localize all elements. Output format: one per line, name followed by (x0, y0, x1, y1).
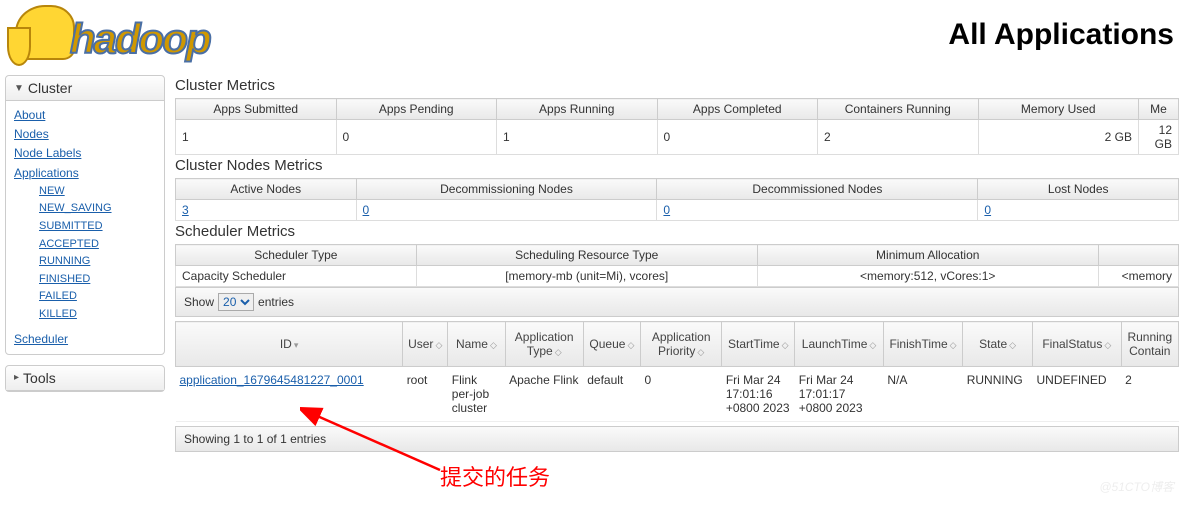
th-launch[interactable]: LaunchTime◇ (795, 322, 884, 367)
th-containers[interactable]: Running Contain (1121, 322, 1178, 367)
cell-queue: default (583, 367, 640, 422)
sort-icon: ◇ (1104, 340, 1111, 350)
th-memory-total: Me (1139, 99, 1179, 120)
sort-icon: ◇ (869, 340, 876, 350)
watermark: @51CTO博客 (1099, 478, 1174, 495)
nav-failed[interactable]: FAILED (39, 288, 156, 306)
scheduler-metrics-table: Scheduler Type Scheduling Resource Type … (175, 244, 1179, 287)
cell-name: Flink per-job cluster (448, 367, 505, 422)
sidebar: ▼ Cluster About Nodes Node Labels Applic… (0, 75, 170, 452)
cluster-metrics-table: Apps Submitted Apps Pending Apps Running… (175, 98, 1179, 155)
th-resource-type: Scheduling Resource Type (416, 245, 757, 266)
tools-title: Tools (23, 370, 56, 386)
th-decommed-nodes: Decommissioned Nodes (657, 179, 978, 200)
cluster-metrics-title: Cluster Metrics (175, 77, 1179, 94)
th-max-alloc (1098, 245, 1178, 266)
cell-start: Fri Mar 24 17:01:16 +0800 2023 (722, 367, 795, 422)
th-name[interactable]: Name◇ (448, 322, 505, 367)
decommed-nodes-link[interactable]: 0 (663, 203, 670, 217)
sort-icon: ◇ (1009, 340, 1016, 350)
nav-new-saving[interactable]: NEW_SAVING (39, 200, 156, 218)
sidebar-cluster-header[interactable]: ▼ Cluster (6, 76, 164, 101)
nav-submitted[interactable]: SUBMITTED (39, 218, 156, 236)
nav-node-labels[interactable]: Node Labels (14, 144, 156, 163)
nav-running[interactable]: RUNNING (39, 253, 156, 271)
sort-icon: ◇ (435, 340, 442, 350)
th-apps-submitted: Apps Submitted (176, 99, 337, 120)
th-state[interactable]: State◇ (963, 322, 1033, 367)
nav-about[interactable]: About (14, 106, 156, 125)
th-start[interactable]: StartTime◇ (722, 322, 795, 367)
th-decom-nodes: Decommissioning Nodes (356, 179, 657, 200)
decom-nodes-link[interactable]: 0 (363, 203, 370, 217)
cell-containers: 2 (1121, 367, 1178, 422)
annotation-arrow (300, 405, 450, 475)
nav-applications[interactable]: Applications (14, 164, 156, 183)
sort-icon: ▾ (294, 340, 299, 350)
sort-icon: ◇ (782, 340, 789, 350)
cell-apptype: Apache Flink (505, 367, 583, 422)
entries-bar: Show 20 entries (175, 287, 1179, 317)
th-lost-nodes: Lost Nodes (978, 179, 1179, 200)
annotation-text: 提交的任务 (440, 460, 550, 492)
elephant-icon (15, 5, 75, 60)
cell-launch: Fri Mar 24 17:01:17 +0800 2023 (795, 367, 884, 422)
chevron-down-icon: ▼ (14, 83, 24, 94)
th-memory-used: Memory Used (978, 99, 1139, 120)
th-scheduler-type: Scheduler Type (176, 245, 417, 266)
entries-select[interactable]: 20 (218, 293, 254, 311)
active-nodes-link[interactable]: 3 (182, 203, 189, 217)
sort-icon: ◇ (627, 340, 634, 350)
chevron-right-icon: ▸ (14, 372, 19, 383)
th-priority[interactable]: Application Priority◇ (641, 322, 722, 367)
hadoop-logo: hadoop (10, 5, 285, 65)
nav-killed[interactable]: KILLED (39, 306, 156, 324)
table-row: Capacity Scheduler [memory-mb (unit=Mi),… (176, 266, 1179, 287)
app-id-link[interactable]: application_1679645481227_0001 (180, 373, 364, 387)
show-label: Show (184, 295, 214, 309)
th-queue[interactable]: Queue◇ (583, 322, 640, 367)
node-metrics-table: Active Nodes Decommissioning Nodes Decom… (175, 178, 1179, 221)
cell-priority: 0 (641, 367, 722, 422)
cluster-title: Cluster (28, 80, 72, 96)
entries-label: entries (258, 295, 294, 309)
th-apps-running: Apps Running (497, 99, 658, 120)
sort-icon: ◇ (950, 340, 957, 350)
th-containers-running: Containers Running (818, 99, 979, 120)
nav-scheduler[interactable]: Scheduler (14, 330, 156, 349)
cell-state: RUNNING (963, 367, 1033, 422)
th-min-alloc: Minimum Allocation (757, 245, 1098, 266)
th-finish[interactable]: FinishTime◇ (883, 322, 962, 367)
lost-nodes-link[interactable]: 0 (984, 203, 991, 217)
page-title: All Applications (948, 18, 1174, 52)
cell-finish: N/A (883, 367, 962, 422)
th-finalstatus[interactable]: FinalStatus◇ (1033, 322, 1122, 367)
cell-final: UNDEFINED (1033, 367, 1122, 422)
th-active-nodes: Active Nodes (176, 179, 357, 200)
table-row: 3 0 0 0 (176, 200, 1179, 221)
sort-icon: ◇ (697, 347, 704, 357)
node-metrics-title: Cluster Nodes Metrics (175, 157, 1179, 174)
logo-text: hadoop (70, 15, 210, 63)
sort-icon: ◇ (555, 347, 562, 357)
sort-icon: ◇ (490, 340, 497, 350)
th-apps-completed: Apps Completed (657, 99, 818, 120)
nav-nodes[interactable]: Nodes (14, 125, 156, 144)
sidebar-tools-header[interactable]: ▸ Tools (6, 366, 164, 391)
table-row: 1 0 1 0 2 2 GB 12 GB (176, 120, 1179, 155)
th-apps-pending: Apps Pending (336, 99, 497, 120)
nav-finished[interactable]: FINISHED (39, 271, 156, 289)
th-user[interactable]: User◇ (403, 322, 448, 367)
th-id[interactable]: ID▾ (176, 322, 403, 367)
nav-new[interactable]: NEW (39, 183, 156, 201)
th-apptype[interactable]: Application Type◇ (505, 322, 583, 367)
nav-accepted[interactable]: ACCEPTED (39, 236, 156, 254)
scheduler-metrics-title: Scheduler Metrics (175, 223, 1179, 240)
